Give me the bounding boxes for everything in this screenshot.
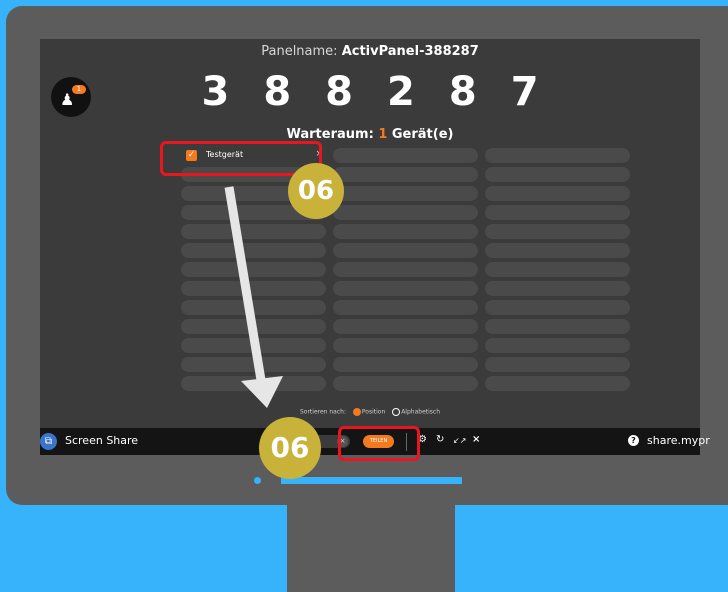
share-highlight-box [338,426,420,461]
step-callout: 06 [259,417,321,479]
pointer-arrow [224,186,283,408]
step-callout: 06 [288,163,344,219]
